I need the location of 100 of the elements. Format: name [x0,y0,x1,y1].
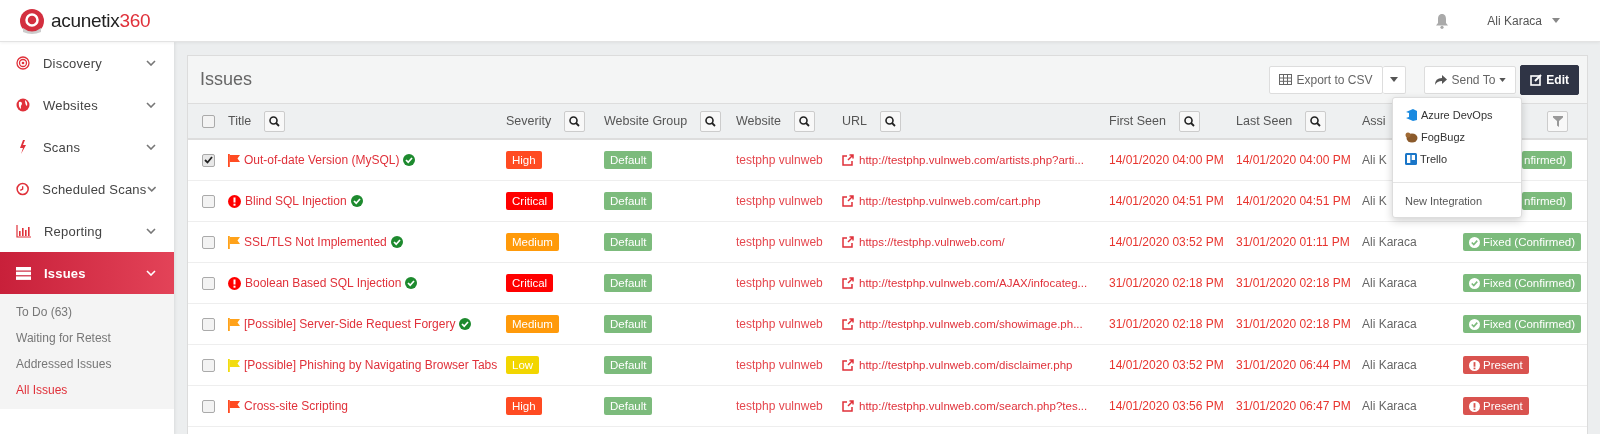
column-filter-button[interactable] [1547,110,1568,132]
chevron-down-icon [146,186,156,192]
user-menu[interactable]: Ali Karaca [1487,13,1542,28]
website-group-badge: Default [604,233,653,251]
issue-title-link[interactable]: Out-of-date Version (MySQL) [244,153,400,167]
assignee-name: Ali Karaca [1362,317,1417,331]
flag-icon [228,399,240,413]
clock-icon [16,182,30,196]
board-icon [1405,153,1417,165]
website-link[interactable]: testphp vulnweb [736,276,823,290]
url-link[interactable]: http://testphp.vulnweb.com/artists.php?arti... [859,154,1084,166]
url-link[interactable]: http://testphp.vulnweb.com/showimage.ph... [859,318,1083,330]
status-badge: Fixed (Confirmed) [1463,233,1582,251]
sidebar-item[interactable]: Issues [0,252,174,294]
animal-icon [1405,131,1418,143]
status-badge: Fixed (Confirmed) [1463,274,1582,292]
sidebar-item[interactable]: Scheduled Scans [0,168,174,210]
column-search-button[interactable] [564,110,586,132]
row-checkbox[interactable] [201,194,215,208]
logo-icon [19,7,45,34]
first-seen-date: 14/01/2020 04:51 PM [1109,194,1224,208]
website-link[interactable]: testphp vulnweb [736,317,823,331]
column-search-button[interactable] [1178,110,1200,132]
caret-icon[interactable] [1552,18,1560,23]
first-seen-date: 31/01/2020 02:18 PM [1109,276,1224,290]
send-to-button[interactable]: Send To [1423,65,1517,94]
first-seen-date: 31/01/2020 02:18 PM [1109,317,1224,331]
status-badge: nfirmed) [1522,192,1573,210]
url-link[interactable]: http://testphp.vulnweb.com/AJAX/infocateg... [859,277,1088,289]
row-checkbox[interactable] [201,276,215,290]
severity-badge: Medium [506,233,559,251]
website-link[interactable]: testphp vulnweb [736,358,823,372]
url-link[interactable]: http://testphp.vulnweb.com/search.php?tes... [859,400,1088,412]
sidebar-item[interactable]: Websites [0,84,174,126]
sidebar-item[interactable]: Reporting [0,210,174,252]
url-link[interactable]: https://testphp.vulnweb.com/ [859,236,1005,248]
sidebar-item[interactable]: Scans [0,126,174,168]
check-circle-icon [1469,318,1480,330]
external-link-icon [842,195,854,207]
check-circle-icon [1469,277,1480,289]
website-group-badge: Default [604,315,653,333]
column-search-button[interactable] [1305,110,1327,132]
bell-icon[interactable] [1435,12,1450,29]
alert-icon [1469,359,1480,371]
severity-badge: Critical [506,192,554,210]
panel-title: Issues [200,69,253,90]
column-search-button[interactable] [793,110,815,132]
row-checkbox[interactable] [201,399,215,413]
website-link[interactable]: testphp vulnweb [736,194,823,208]
row-checkbox[interactable] [201,358,215,372]
severity-badge: Medium [506,315,559,333]
table-icon [1279,74,1293,85]
column-search-button[interactable] [880,110,901,132]
sidebar-subitem[interactable]: To Do (63) [0,299,174,325]
issue-title-link[interactable]: [Possible] Phishing by Navigating Browser Tabs [244,358,498,372]
alert-icon [1469,400,1480,412]
issue-title-link[interactable]: Cross-site Scripting [244,399,349,413]
edit-button[interactable]: Edit [1520,64,1579,95]
external-link-icon [842,359,854,371]
first-seen-date: 14/01/2020 04:00 PM [1109,153,1224,167]
status-badge: Fixed (Confirmed) [1463,315,1582,333]
severity-badge: Low [506,356,540,374]
website-link[interactable]: testphp vulnweb [736,399,823,413]
issue-title-link[interactable]: SSL/TLS Not Implemented [244,235,387,249]
website-link[interactable]: testphp vulnweb [736,153,823,167]
sidebar-subitem[interactable]: Addressed Issues [0,351,174,377]
menu-item[interactable]: Trello [1393,148,1521,170]
row-checkbox[interactable] [201,153,215,167]
chevron-down-icon [146,60,156,66]
last-seen-date: 31/01/2020 02:18 PM [1236,276,1351,290]
search-icon [885,115,896,127]
url-link[interactable]: http://testphp.vulnweb.com/cart.php [859,195,1041,207]
menu-item[interactable]: FogBugz [1393,126,1521,148]
menu-item[interactable]: Azure DevOps [1393,104,1521,126]
severity-badge: High [506,151,542,169]
sidebar-subitem[interactable]: All Issues [0,377,174,403]
export-options-button[interactable] [1382,65,1406,94]
sidebar-subitem[interactable]: Waiting for Retest [0,325,174,351]
first-seen-date: 14/01/2020 03:52 PM [1109,235,1224,249]
cloud-icon [1405,109,1418,121]
menu-item[interactable]: New Integration [1393,187,1521,213]
last-seen-date: 31/01/2020 06:47 PM [1236,399,1351,413]
sidebar-item[interactable]: Discovery [0,42,174,84]
url-link[interactable]: http://testphp.vulnweb.com/disclaimer.php [859,359,1073,371]
chevron-down-icon [146,228,156,234]
issue-title-link[interactable]: Blind SQL Injection [245,194,347,208]
select-all-checkbox[interactable] [201,114,215,128]
export-csv-button[interactable]: Export to CSV [1269,65,1383,94]
issue-title-link[interactable]: [Possible] Server-Side Request Forgery [244,317,456,331]
column-search-button[interactable] [700,110,722,132]
issue-title-link[interactable]: Boolean Based SQL Injection [245,276,402,290]
website-group-badge: Default [604,274,653,292]
column-search-button[interactable] [264,110,286,132]
row-checkbox[interactable] [201,317,215,331]
website-link[interactable]: testphp vulnweb [736,235,823,249]
external-link-icon [842,277,854,289]
row-checkbox[interactable] [201,235,215,249]
severity-badge: Critical [506,274,554,292]
last-seen-date: 14/01/2020 04:51 PM [1236,194,1351,208]
external-link-icon [842,400,854,412]
